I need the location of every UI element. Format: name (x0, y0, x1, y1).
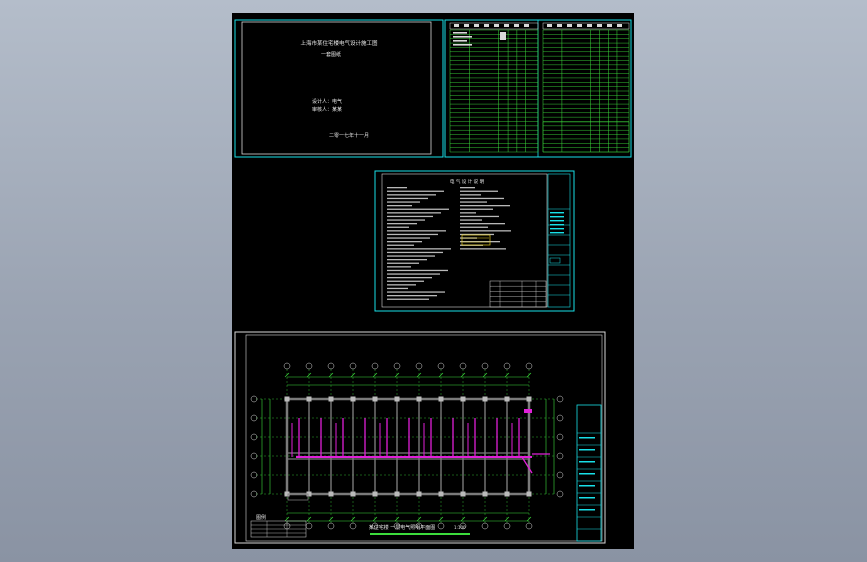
plan-legend-heading: 图例 (256, 514, 266, 521)
floor-plan-sheet: 图例 某住宅楼 一层电气照明平面图 1:100 (234, 331, 606, 544)
notes-heading: 电 气 设 计 说 明 (450, 178, 485, 185)
drawing-list-sheet (444, 19, 632, 158)
cover-subtitle: 一套图纸 (321, 51, 341, 58)
cover-sheet: 上海市某住宅楼电气设计施工图 一套图纸 设计人：电气 审核人：某某 二零一七年十… (234, 19, 444, 158)
drawing-sheet[interactable]: 上海市某住宅楼电气设计施工图 一套图纸 设计人：电气 审核人：某某 二零一七年十… (232, 13, 634, 549)
cover-date: 二零一七年十一月 (329, 132, 369, 139)
design-notes-sheet: 电 气 设 计 说 明 (374, 170, 575, 312)
plan-caption: 某住宅楼 一层电气照明平面图 (369, 524, 436, 531)
cover-checker: 审核人：某某 (312, 106, 342, 113)
cover-designer: 设计人：电气 (312, 98, 342, 105)
cover-title: 上海市某住宅楼电气设计施工图 (300, 39, 378, 47)
plan-scale: 1:100 (454, 525, 466, 530)
cad-drawing: 上海市某住宅楼电气设计施工图 一套图纸 设计人：电气 审核人：某某 二零一七年十… (234, 19, 632, 544)
